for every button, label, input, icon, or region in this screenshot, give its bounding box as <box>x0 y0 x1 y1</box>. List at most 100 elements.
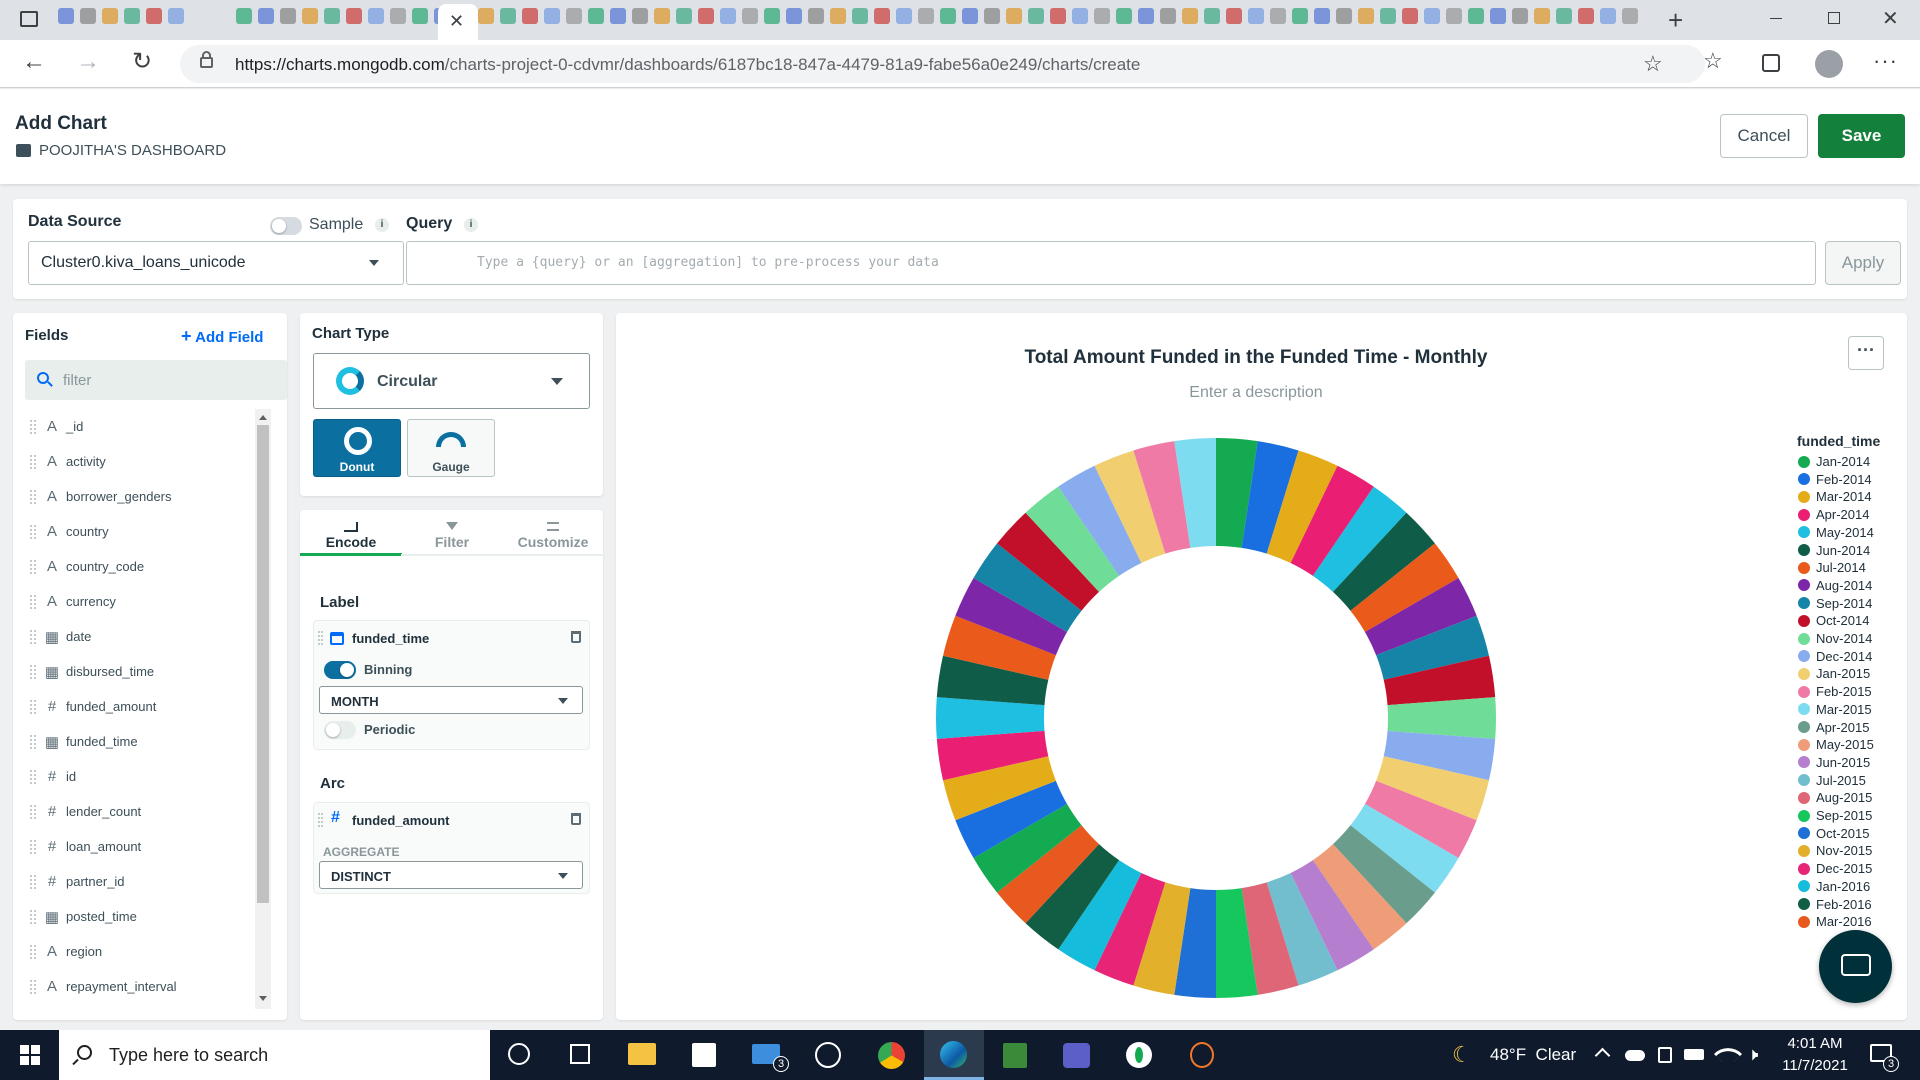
field-item[interactable]: ▦ disbursed_time <box>25 654 245 689</box>
field-item[interactable]: # funded_amount <box>25 689 245 724</box>
new-tab-icon[interactable]: + <box>1668 5 1683 36</box>
drag-handle-icon[interactable] <box>30 454 36 469</box>
cancel-button[interactable]: Cancel <box>1720 114 1808 158</box>
drag-handle-icon[interactable] <box>318 813 323 827</box>
tab-favicon[interactable] <box>1204 8 1220 24</box>
field-item[interactable]: # loan_amount <box>25 829 245 864</box>
drag-handle-icon[interactable] <box>30 559 36 574</box>
tab-favicon[interactable] <box>1402 8 1418 24</box>
tab-favicon[interactable] <box>918 8 934 24</box>
weather-text[interactable]: 48°F Clear <box>1490 1045 1576 1065</box>
field-item[interactable]: Aactivity <box>25 444 245 479</box>
tab-favicon[interactable] <box>500 8 516 24</box>
tab-favicon[interactable] <box>80 8 96 24</box>
tab-favicon[interactable] <box>962 8 978 24</box>
dell-icon[interactable] <box>815 1042 841 1068</box>
tab-favicon[interactable] <box>852 8 868 24</box>
legend-item[interactable]: Mar-2015 <box>1798 701 1872 718</box>
tab-favicon[interactable] <box>1072 8 1088 24</box>
legend-item[interactable]: May-2015 <box>1798 736 1874 753</box>
tab-favicon[interactable] <box>1622 8 1638 24</box>
tab-favicon[interactable] <box>588 8 604 24</box>
wifi-icon[interactable] <box>1713 1039 1743 1069</box>
file-explorer-icon[interactable] <box>628 1043 656 1065</box>
tab-favicon[interactable] <box>1248 8 1264 24</box>
tab-favicon[interactable] <box>1424 8 1440 24</box>
teams-icon[interactable] <box>1063 1043 1090 1068</box>
tab-favicon[interactable] <box>324 8 340 24</box>
tab-favicon[interactable] <box>874 8 890 24</box>
legend-item[interactable]: Aug-2014 <box>1798 577 1872 594</box>
system-tray-chevron-icon[interactable] <box>1594 1047 1611 1064</box>
tab-favicon[interactable] <box>1336 8 1352 24</box>
tab-favicon[interactable] <box>102 8 118 24</box>
tab-favicon[interactable] <box>1314 8 1330 24</box>
gauge-option[interactable]: Gauge <box>407 419 495 477</box>
task-view-icon[interactable] <box>570 1044 590 1064</box>
tab-favicon[interactable] <box>280 8 296 24</box>
drag-handle-icon[interactable] <box>30 524 36 539</box>
tab-favicon[interactable] <box>258 8 274 24</box>
drag-handle-icon[interactable] <box>30 664 36 679</box>
drag-handle-icon[interactable] <box>30 804 36 819</box>
trash-icon[interactable] <box>571 813 581 825</box>
tab-favicon[interactable] <box>58 8 74 24</box>
favorite-add-icon[interactable]: ☆ <box>1643 51 1663 77</box>
scrollbar[interactable] <box>255 409 271 1009</box>
tab-favicon[interactable] <box>168 8 184 24</box>
tab-favicon[interactable] <box>302 8 318 24</box>
tab-favicon[interactable] <box>368 8 384 24</box>
binning-select[interactable]: MONTH <box>319 686 583 714</box>
close-tab-icon[interactable]: ✕ <box>449 11 464 32</box>
tab-actions-icon[interactable] <box>20 11 38 27</box>
collections-icon[interactable] <box>1762 54 1780 72</box>
refresh-icon[interactable]: ↻ <box>132 47 152 76</box>
tab-favicon[interactable] <box>1160 8 1176 24</box>
windows-start-icon[interactable] <box>20 1045 40 1065</box>
taskbar-active-app[interactable] <box>924 1030 984 1080</box>
legend-item[interactable]: Mar-2016 <box>1798 913 1872 930</box>
clock-time[interactable]: 4:01 AM <box>1775 1035 1855 1052</box>
tab-favicon[interactable] <box>1556 8 1572 24</box>
active-tab[interactable]: ✕ <box>438 4 478 40</box>
legend-item[interactable]: Jul-2014 <box>1798 559 1866 576</box>
tab-favicon[interactable] <box>610 8 626 24</box>
tab-favicon[interactable] <box>1028 8 1044 24</box>
tab-favicon[interactable] <box>412 8 428 24</box>
periodic-toggle[interactable] <box>324 721 356 739</box>
drag-handle-icon[interactable] <box>30 629 36 644</box>
legend-item[interactable]: Nov-2015 <box>1798 842 1872 859</box>
tab-favicon[interactable] <box>236 8 252 24</box>
legend-item[interactable]: Apr-2015 <box>1798 719 1869 736</box>
legend-item[interactable]: Sep-2014 <box>1798 595 1872 612</box>
donut-option[interactable]: Donut <box>313 419 401 477</box>
drag-handle-icon[interactable] <box>30 769 36 784</box>
volume-icon[interactable]: 🕨 <box>1747 1044 1758 1065</box>
tab-favicon[interactable] <box>1182 8 1198 24</box>
chart-description[interactable]: Enter a description <box>616 384 1896 402</box>
forward-icon[interactable]: → <box>76 48 100 76</box>
tab-favicon[interactable] <box>940 8 956 24</box>
label-encoding-card[interactable]: funded_time Binning MONTH Periodic <box>313 620 590 750</box>
drag-handle-icon[interactable] <box>318 631 323 645</box>
restore-icon[interactable] <box>1828 12 1840 24</box>
legend-item[interactable]: Nov-2014 <box>1798 630 1872 647</box>
tab-favicon[interactable] <box>1358 8 1374 24</box>
legend-item[interactable]: Dec-2014 <box>1798 648 1872 665</box>
drag-handle-icon[interactable] <box>30 944 36 959</box>
cortana-icon[interactable] <box>508 1043 530 1065</box>
tab-encode[interactable]: Encode <box>300 510 402 556</box>
drag-handle-icon[interactable] <box>30 874 36 889</box>
scroll-up-icon[interactable] <box>259 415 267 420</box>
tab-favicon[interactable] <box>720 8 736 24</box>
legend-item[interactable]: Jan-2016 <box>1798 878 1870 895</box>
aggregate-select[interactable]: DISTINCT <box>319 861 583 889</box>
field-item[interactable]: ▦ posted_time <box>25 899 245 934</box>
tab-favicon[interactable] <box>478 8 494 24</box>
drag-handle-icon[interactable] <box>30 734 36 749</box>
tab-favicon[interactable] <box>544 8 560 24</box>
legend-item[interactable]: Feb-2014 <box>1798 471 1872 488</box>
field-item[interactable]: Acurrency <box>25 584 245 619</box>
battery-icon[interactable] <box>1684 1049 1704 1060</box>
legend-item[interactable]: May-2014 <box>1798 524 1874 541</box>
